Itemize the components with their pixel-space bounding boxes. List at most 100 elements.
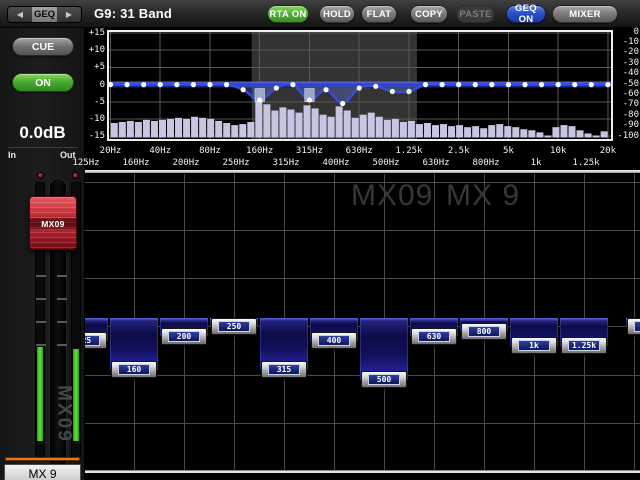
axis-label-eq: +10	[84, 46, 105, 55]
channel-name: MX 9	[4, 464, 81, 480]
geq-band-knob-1k[interactable]: 1k	[511, 337, 557, 354]
eq-point[interactable]	[124, 82, 129, 87]
rta-bar	[480, 128, 487, 137]
hold-button[interactable]: HOLD	[319, 5, 355, 23]
freq-tick-label: 40Hz	[149, 146, 171, 156]
rta-bar	[304, 105, 311, 137]
rta-bar	[183, 119, 190, 138]
rta-bar	[416, 124, 423, 137]
eq-point[interactable]	[158, 82, 163, 87]
eq-point[interactable]	[274, 85, 279, 90]
band-freq-label: 250Hz	[222, 158, 249, 168]
rta-bar	[440, 124, 447, 137]
rta-bar	[199, 118, 206, 138]
fader-tick	[36, 344, 46, 346]
rta-bar	[392, 119, 399, 138]
geq-band-knob-400[interactable]: 400	[311, 332, 357, 349]
geq-band-knob-315[interactable]: 315	[261, 361, 307, 378]
channel-watermark-vertical: MX09	[53, 367, 75, 462]
eq-point[interactable]	[423, 82, 428, 87]
geq-band-knob-250[interactable]: 250	[211, 318, 257, 335]
geq-band-knob-500[interactable]: 500	[361, 371, 407, 388]
scroll-indicator[interactable]	[85, 470, 640, 473]
eq-point[interactable]	[323, 87, 328, 92]
eq-point[interactable]	[290, 82, 295, 87]
freq-tick-label: 20Hz	[100, 146, 122, 156]
rta-bar	[512, 127, 519, 137]
eq-point[interactable]	[539, 82, 544, 87]
band-freq-label: 400Hz	[322, 158, 349, 168]
rta-bar	[247, 122, 254, 138]
eq-point[interactable]	[340, 101, 345, 106]
grid-line	[85, 230, 640, 231]
on-button[interactable]: ON	[12, 73, 74, 92]
eq-point[interactable]	[406, 89, 411, 94]
selector-next-button[interactable]: ▶	[57, 7, 81, 22]
eq-point[interactable]	[224, 82, 229, 87]
band-freq-label: 1.25k	[572, 158, 599, 168]
rta-bar	[464, 127, 471, 137]
geq-band-knob-label: 630	[418, 331, 450, 342]
freq-tick-label: 2.5k	[448, 146, 470, 156]
selector-label: GEQ	[32, 7, 57, 22]
eq-point[interactable]	[489, 82, 494, 87]
rta-bar	[215, 121, 222, 138]
eq-point[interactable]	[473, 82, 478, 87]
axis-label-rta: -20	[615, 48, 639, 57]
axis-label-rta: 0	[615, 28, 639, 37]
eq-point[interactable]	[241, 87, 246, 92]
eq-point[interactable]	[390, 89, 395, 94]
fader-tick	[36, 275, 46, 277]
eq-point[interactable]	[207, 82, 212, 87]
rta-bar	[400, 122, 407, 138]
geq-band-knob-200[interactable]: 200	[161, 328, 207, 345]
rta-bar	[504, 126, 511, 137]
eq-point[interactable]	[141, 82, 146, 87]
geq-band-knob-800[interactable]: 800	[461, 323, 507, 340]
eq-point[interactable]	[307, 97, 312, 102]
selector-prev-button[interactable]: ◀	[8, 7, 32, 22]
channel-fader-knob[interactable]: MX09	[29, 196, 77, 250]
rta-on-button[interactable]: RTA ON	[267, 5, 309, 23]
eq-point[interactable]	[257, 97, 262, 102]
eq-graph[interactable]	[109, 32, 611, 139]
eq-point[interactable]	[556, 82, 561, 87]
eq-point[interactable]	[589, 82, 594, 87]
geq-band-knob-1.6k[interactable]: 1.6k	[627, 318, 640, 335]
rta-bar	[344, 111, 351, 138]
eq-point[interactable]	[440, 82, 445, 87]
rta-bar	[287, 110, 294, 138]
cue-button[interactable]: CUE	[12, 37, 74, 56]
freq-tick-label: 630Hz	[346, 146, 373, 156]
geq-band-knob-1.25k[interactable]: 1.25k	[561, 337, 607, 354]
flat-button[interactable]: FLAT	[361, 5, 397, 23]
eq-point[interactable]	[191, 82, 196, 87]
eq-point[interactable]	[572, 82, 577, 87]
axis-label-eq: -15	[84, 132, 105, 141]
rta-bar	[528, 130, 535, 137]
mixer-button[interactable]: MIXER	[552, 5, 618, 23]
fader-tick	[36, 298, 46, 300]
axis-label-rta: -100	[615, 132, 639, 141]
eq-point[interactable]	[357, 85, 362, 90]
geq-band-knob-630[interactable]: 630	[411, 328, 457, 345]
rta-bar	[223, 123, 230, 137]
eq-point[interactable]	[522, 82, 527, 87]
clip-led-out	[72, 172, 79, 179]
rta-bar	[424, 123, 431, 137]
geq-band-knob-160[interactable]: 160	[111, 361, 157, 378]
eq-point[interactable]	[456, 82, 461, 87]
geq-band-knob-label: 1.25k	[568, 340, 600, 351]
eq-point[interactable]	[506, 82, 511, 87]
sidebar: 0.0dB In Out MX09 MX09 MX 9 ◀ ▶	[0, 28, 85, 480]
geq-band-knob-label: 160	[118, 364, 150, 375]
geq-band-knob-125[interactable]: 125	[85, 332, 107, 349]
eq-point[interactable]	[174, 82, 179, 87]
geq-on-button[interactable]: GEQ ON	[506, 5, 546, 23]
copy-button[interactable]: COPY	[410, 5, 448, 23]
rta-bar	[135, 122, 142, 138]
eq-point[interactable]	[373, 84, 378, 89]
paste-button[interactable]: PASTE	[456, 5, 495, 23]
fader-knob-label: MX09	[30, 217, 76, 230]
eq-point[interactable]	[605, 82, 610, 87]
